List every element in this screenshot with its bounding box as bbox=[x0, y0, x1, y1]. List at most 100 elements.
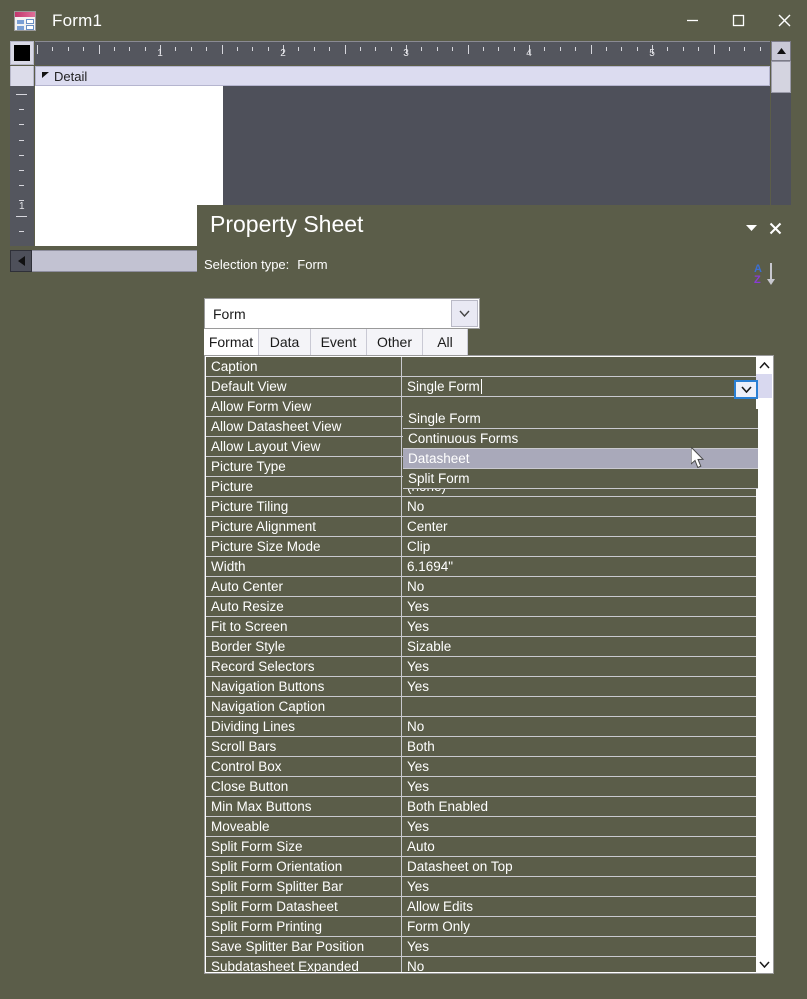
chevron-down-icon[interactable] bbox=[742, 219, 760, 237]
property-row[interactable]: Split Form Printing Form Only bbox=[206, 917, 758, 937]
tab-event[interactable]: Event bbox=[311, 329, 367, 355]
ruler-label: 5 bbox=[649, 48, 655, 59]
property-value[interactable]: Both bbox=[402, 737, 758, 756]
property-grid-scrollbar[interactable] bbox=[756, 357, 772, 972]
tab-data[interactable]: Data bbox=[259, 329, 311, 355]
scroll-left-arrow[interactable] bbox=[10, 250, 32, 272]
property-name: Save Splitter Bar Position bbox=[206, 937, 402, 956]
property-value[interactable]: Datasheet on Top bbox=[402, 857, 758, 876]
property-row[interactable]: Min Max Buttons Both Enabled bbox=[206, 797, 758, 817]
tab-other[interactable]: Other bbox=[367, 329, 423, 355]
dropdown-option[interactable]: Datasheet bbox=[403, 449, 758, 469]
property-name: Picture bbox=[206, 477, 402, 496]
property-row[interactable]: Border Style Sizable bbox=[206, 637, 758, 657]
dropdown-option[interactable]: Split Form bbox=[403, 469, 758, 489]
scroll-down-chevron[interactable] bbox=[756, 956, 772, 972]
property-name: Record Selectors bbox=[206, 657, 402, 676]
property-value[interactable]: Allow Edits bbox=[402, 897, 758, 916]
property-name: Moveable bbox=[206, 817, 402, 836]
chevron-down-icon[interactable] bbox=[451, 300, 478, 327]
property-row[interactable]: Picture Alignment Center bbox=[206, 517, 758, 537]
section-selector-strip[interactable] bbox=[10, 66, 34, 86]
property-value[interactable]: Single Form bbox=[402, 377, 758, 396]
vertical-ruler: 1 bbox=[10, 86, 34, 246]
property-value[interactable]: Auto bbox=[402, 837, 758, 856]
property-row[interactable]: Picture Size Mode Clip bbox=[206, 537, 758, 557]
designer-vscroll-thumb[interactable] bbox=[771, 61, 791, 93]
property-row[interactable]: Control Box Yes bbox=[206, 757, 758, 777]
property-value[interactable]: No bbox=[402, 497, 758, 516]
property-row[interactable]: Navigation Buttons Yes bbox=[206, 677, 758, 697]
property-row[interactable]: Split Form Splitter Bar Yes bbox=[206, 877, 758, 897]
property-row[interactable]: Save Splitter Bar Position Yes bbox=[206, 937, 758, 957]
property-row[interactable]: Split Form Size Auto bbox=[206, 837, 758, 857]
close-icon[interactable] bbox=[766, 219, 784, 237]
ruler-corner-box[interactable] bbox=[10, 41, 34, 65]
property-value[interactable]: Yes bbox=[402, 597, 758, 616]
sort-az-icon[interactable]: A Z bbox=[753, 260, 781, 288]
ruler-tick bbox=[313, 47, 315, 51]
ruler-tick bbox=[16, 215, 27, 217]
close-icon[interactable] bbox=[761, 0, 807, 41]
property-row[interactable]: Width 6.1694" bbox=[206, 557, 758, 577]
minimize-icon[interactable] bbox=[669, 0, 715, 41]
ruler-tick bbox=[359, 47, 361, 51]
property-row[interactable]: Close Button Yes bbox=[206, 777, 758, 797]
property-row[interactable]: Moveable Yes bbox=[206, 817, 758, 837]
dropdown-option[interactable]: Continuous Forms bbox=[403, 429, 758, 449]
tab-format[interactable]: Format bbox=[204, 329, 259, 355]
property-sheet-title: Property Sheet bbox=[210, 211, 364, 237]
property-value[interactable]: Sizable bbox=[402, 637, 758, 656]
property-value[interactable]: Yes bbox=[402, 757, 758, 776]
detail-section-header[interactable]: Detail bbox=[35, 66, 770, 86]
property-value[interactable]: No bbox=[402, 577, 758, 596]
ruler-label: 1 bbox=[19, 201, 25, 212]
property-row[interactable]: Split Form Orientation Datasheet on Top bbox=[206, 857, 758, 877]
default-view-dropdown-list[interactable]: Single Form Continuous Forms Datasheet Spli… bbox=[403, 409, 758, 489]
dropdown-option[interactable]: Single Form bbox=[403, 409, 758, 429]
property-row[interactable]: Scroll Bars Both bbox=[206, 737, 758, 757]
property-row[interactable]: Auto Resize Yes bbox=[206, 597, 758, 617]
property-row[interactable]: Subdatasheet Expanded No bbox=[206, 957, 758, 972]
property-value[interactable]: No bbox=[402, 957, 758, 972]
property-value[interactable]: Yes bbox=[402, 817, 758, 836]
default-view-dropdown-button[interactable] bbox=[734, 380, 758, 399]
property-value[interactable]: Center bbox=[402, 517, 758, 536]
property-row[interactable]: Split Form Datasheet Allow Edits bbox=[206, 897, 758, 917]
property-value[interactable]: 6.1694" bbox=[402, 557, 758, 576]
property-row[interactable]: Fit to Screen Yes bbox=[206, 617, 758, 637]
property-row[interactable]: Auto Center No bbox=[206, 577, 758, 597]
designer-horizontal-scrollbar[interactable] bbox=[10, 250, 200, 272]
property-grid-scroll-thumb[interactable] bbox=[756, 374, 772, 398]
designer-hscroll-thumb[interactable] bbox=[32, 250, 200, 272]
property-row[interactable]: Picture Tiling No bbox=[206, 497, 758, 517]
property-value[interactable]: Yes bbox=[402, 877, 758, 896]
property-value[interactable]: Yes bbox=[402, 617, 758, 636]
property-row[interactable]: Caption bbox=[206, 357, 758, 377]
object-selector-combo[interactable]: Form bbox=[204, 298, 480, 329]
scroll-up-arrow[interactable] bbox=[771, 41, 791, 61]
property-value[interactable]: Yes bbox=[402, 777, 758, 796]
property-value[interactable]: No bbox=[402, 717, 758, 736]
ruler-tick bbox=[698, 47, 700, 51]
property-row[interactable]: Default View Single Form bbox=[206, 377, 758, 397]
tab-all[interactable]: All bbox=[423, 329, 468, 355]
maximize-icon[interactable] bbox=[715, 0, 761, 41]
property-value[interactable] bbox=[402, 357, 758, 376]
window-controls bbox=[669, 0, 807, 41]
ruler-tick bbox=[467, 45, 469, 54]
property-value[interactable]: Yes bbox=[402, 937, 758, 956]
property-row[interactable]: Record Selectors Yes bbox=[206, 657, 758, 677]
property-value[interactable]: Clip bbox=[402, 537, 758, 556]
access-form-design-window: Form1 12345 Detail 1 Property Sheet Sele… bbox=[0, 0, 807, 999]
ruler-tick bbox=[667, 47, 669, 51]
property-value[interactable] bbox=[402, 697, 758, 716]
scroll-up-chevron[interactable] bbox=[756, 357, 772, 373]
property-name: Scroll Bars bbox=[206, 737, 402, 756]
property-row[interactable]: Dividing Lines No bbox=[206, 717, 758, 737]
property-value[interactable]: Yes bbox=[402, 657, 758, 676]
property-value[interactable]: Form Only bbox=[402, 917, 758, 936]
property-value[interactable]: Both Enabled bbox=[402, 797, 758, 816]
property-row[interactable]: Navigation Caption bbox=[206, 697, 758, 717]
property-value[interactable]: Yes bbox=[402, 677, 758, 696]
